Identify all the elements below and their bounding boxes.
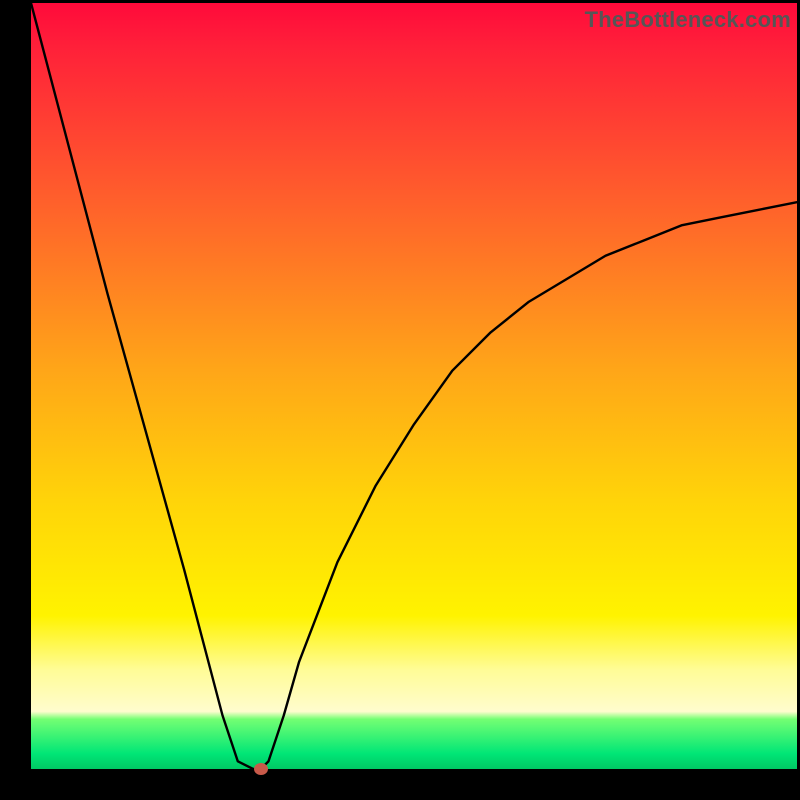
chart-frame: TheBottleneck.com	[0, 0, 800, 800]
bottleneck-curve	[31, 3, 797, 769]
chart-plot-area: TheBottleneck.com	[31, 3, 797, 769]
optimal-point-marker	[254, 763, 268, 775]
